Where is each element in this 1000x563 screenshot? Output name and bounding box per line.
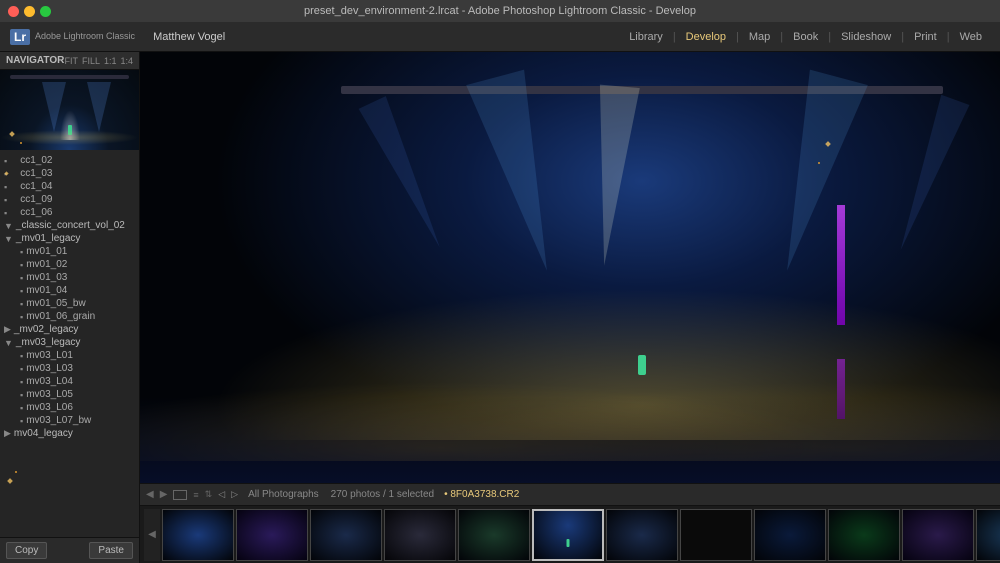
nav-library[interactable]: Library xyxy=(621,29,671,45)
copy-button[interactable]: Copy xyxy=(6,542,47,559)
filmstrip-nav-right[interactable]: ▷ xyxy=(231,489,238,500)
tree-item[interactable]: ▪mv01_01 xyxy=(0,245,139,258)
thumbnail[interactable] xyxy=(162,509,234,561)
navigator-preview xyxy=(0,70,139,150)
tree-item[interactable]: ▪cc1_02 xyxy=(0,154,139,167)
nav-web[interactable]: Web xyxy=(952,29,990,45)
thumbnail[interactable] xyxy=(976,509,1000,561)
nav-map[interactable]: Map xyxy=(741,29,778,45)
thumbnail[interactable] xyxy=(606,509,678,561)
main-layout: Navigator FIT FILL 1:1 1:4 ▪cc1_02 ▪cc1 xyxy=(0,52,1000,563)
nav-slideshow[interactable]: Slideshow xyxy=(833,29,899,45)
thumbnail[interactable] xyxy=(828,509,900,561)
thumbnail[interactable] xyxy=(310,509,382,561)
filmstrip-nav-left[interactable]: ◁ xyxy=(218,489,225,500)
tree-folder[interactable]: ▶_mv02_legacy xyxy=(0,323,139,336)
tree-item[interactable]: ▪cc1_09 xyxy=(0,193,139,206)
tree-item[interactable]: ▪mv03_L03 xyxy=(0,362,139,375)
nav-develop[interactable]: Develop xyxy=(678,29,734,45)
performer-stage xyxy=(638,355,646,375)
tree-item[interactable]: ▪mv03_L06 xyxy=(0,401,139,414)
nav-book[interactable]: Book xyxy=(785,29,826,45)
image-area xyxy=(140,52,1000,483)
grid-view-icon[interactable] xyxy=(173,490,187,500)
center-content: ◀ ▶ ≡ ⇅ ◁ ▷ All Photographs 270 photos /… xyxy=(140,52,1000,563)
window-title: preset_dev_environment-2.lrcat - Adobe P… xyxy=(304,5,696,17)
nav-print[interactable]: Print xyxy=(906,29,945,45)
filmstrip-selected-file: • 8F0A3738.CR2 xyxy=(444,489,519,500)
tree-item[interactable]: ▪cc1_06 xyxy=(0,206,139,219)
lr-badge: Lr xyxy=(10,29,30,45)
navigator-panel-header[interactable]: Navigator FIT FILL 1:1 1:4 xyxy=(0,52,139,70)
tree-item[interactable]: ▪mv03_L07_bw xyxy=(0,414,139,427)
app-logo: Lr Adobe Lightroom Classic xyxy=(10,29,135,45)
filmstrip-arrow-left[interactable]: ◀ xyxy=(144,509,160,561)
tree-item[interactable]: ▪mv03_L01 xyxy=(0,349,139,362)
page-forward[interactable]: ▶ xyxy=(160,489,168,500)
tree-item[interactable]: ▪mv01_03 xyxy=(0,271,139,284)
tree-item[interactable]: ▪mv03_L04 xyxy=(0,375,139,388)
thumbnail[interactable] xyxy=(236,509,308,561)
tree-folder[interactable]: ▶mv04_legacy xyxy=(0,427,139,440)
tree-item[interactable]: ▪mv01_04 xyxy=(0,284,139,297)
thumbnail[interactable] xyxy=(384,509,456,561)
user-name: Matthew Vogel xyxy=(153,31,225,43)
filmstrip-toolbar: ◀ ▶ ≡ ⇅ ◁ ▷ All Photographs 270 photos /… xyxy=(140,484,1000,506)
filmstrip: ◀ ▶ ≡ ⇅ ◁ ▷ All Photographs 270 photos /… xyxy=(140,483,1000,563)
left-panel: Navigator FIT FILL 1:1 1:4 ▪cc1_02 ▪cc1 xyxy=(0,52,140,563)
panel-bottom: Copy Paste xyxy=(0,537,139,563)
spotlight-2 xyxy=(758,69,868,278)
tree-folder[interactable]: ▼_mv03_legacy xyxy=(0,336,139,349)
performer xyxy=(638,355,646,375)
navigator-title: Navigator xyxy=(6,55,64,66)
page-back[interactable]: ◀ xyxy=(146,489,154,500)
close-button[interactable] xyxy=(8,6,19,17)
sort-icon[interactable]: ⇅ xyxy=(205,489,213,500)
thumbnail-selected[interactable] xyxy=(532,509,604,561)
tree-item[interactable]: ▪cc1_04 xyxy=(0,180,139,193)
tree-folder[interactable]: ▼_classic_concert_vol_02 xyxy=(0,219,139,232)
maximize-button[interactable] xyxy=(40,6,51,17)
navigator-controls: FIT FILL 1:1 1:4 xyxy=(64,56,133,66)
thumbnail[interactable] xyxy=(458,509,530,561)
paste-button[interactable]: Paste xyxy=(89,542,133,559)
tree-item[interactable]: ▪mv01_05_bw xyxy=(0,297,139,310)
minimize-button[interactable] xyxy=(24,6,35,17)
thumbnail[interactable] xyxy=(680,509,752,561)
thumbnail[interactable] xyxy=(754,509,826,561)
filmstrip-thumbs: ◀ xyxy=(140,506,1000,563)
spotlight-3 xyxy=(584,85,640,268)
list-view-icon[interactable]: ≡ xyxy=(193,490,198,500)
thumbnail[interactable] xyxy=(902,509,974,561)
main-image xyxy=(140,52,1000,483)
tree-item[interactable]: ▪mv01_02 xyxy=(0,258,139,271)
tree-item[interactable]: ▪mv01_06_grain xyxy=(0,310,139,323)
tree-folder[interactable]: ▼_mv01_legacy xyxy=(0,232,139,245)
filmstrip-source: All Photographs xyxy=(248,489,319,500)
tree-item[interactable]: ▪cc1_03 xyxy=(0,167,139,180)
menu-bar: Lr Adobe Lightroom Classic Matthew Vogel… xyxy=(0,22,1000,52)
window-controls[interactable] xyxy=(8,6,51,17)
filmstrip-count: 270 photos / 1 selected xyxy=(331,489,434,500)
title-bar: preset_dev_environment-2.lrcat - Adobe P… xyxy=(0,0,1000,22)
spotlight-1 xyxy=(467,69,577,278)
tree-item[interactable]: ▪mv03_L05 xyxy=(0,388,139,401)
module-nav: Library | Develop | Map | Book | Slidesh… xyxy=(621,29,990,45)
file-tree: ▪cc1_02 ▪cc1_03 ▪cc1_04 ▪cc1_09 ▪cc1_06 … xyxy=(0,150,139,537)
app-name: Adobe Lightroom Classic xyxy=(35,31,135,42)
